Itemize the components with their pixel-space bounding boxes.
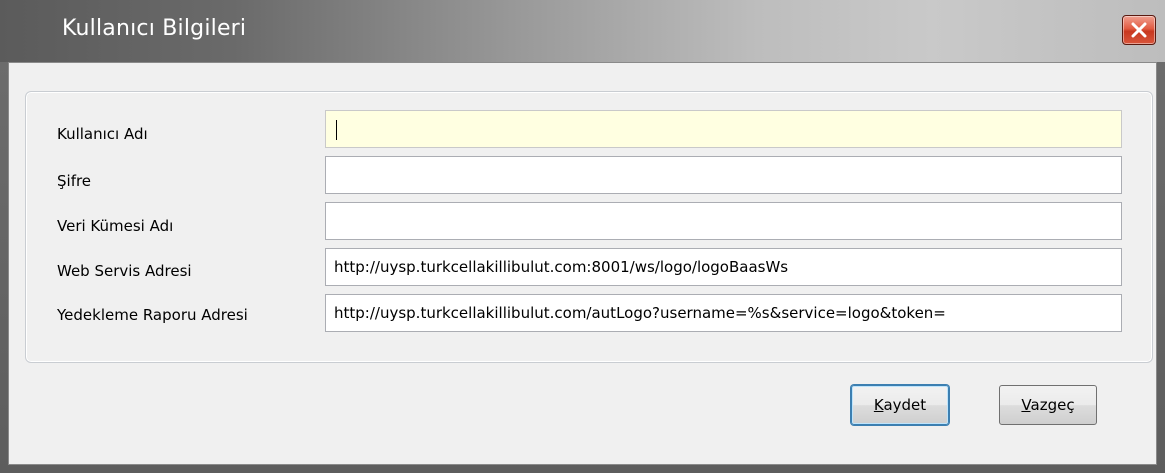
dataset-name-input[interactable] bbox=[325, 202, 1122, 240]
close-x-icon bbox=[1131, 22, 1147, 38]
web-service-address-input[interactable]: http://uysp.turkcellakillibulut.com:8001… bbox=[325, 248, 1122, 286]
password-input[interactable] bbox=[325, 156, 1122, 194]
backup-report-address-label: Yedekleme Raporu Adresi bbox=[57, 306, 248, 324]
user-info-group: Kullanıcı Adı Şifre Veri Kümesi Adı Web … bbox=[25, 91, 1153, 363]
cancel-mnemonic: V bbox=[1021, 396, 1031, 414]
save-mnemonic: K bbox=[873, 396, 884, 414]
web-service-address-label: Web Servis Adresi bbox=[57, 262, 192, 280]
web-service-address-value: http://uysp.turkcellakillibulut.com:8001… bbox=[334, 258, 789, 276]
username-label: Kullanıcı Adı bbox=[57, 125, 148, 143]
username-input[interactable] bbox=[325, 110, 1122, 148]
dataset-name-label: Veri Kümesi Adı bbox=[57, 217, 174, 235]
close-button[interactable] bbox=[1122, 15, 1156, 45]
save-button[interactable]: Kaydet bbox=[851, 385, 949, 425]
dialog-client-area: Kullanıcı Adı Şifre Veri Kümesi Adı Web … bbox=[8, 62, 1157, 465]
title-bar[interactable]: Kullanıcı Bilgileri bbox=[0, 0, 1165, 62]
cancel-button[interactable]: Vazgeç bbox=[999, 385, 1097, 425]
text-caret bbox=[336, 119, 337, 140]
backup-report-address-value: http://uysp.turkcellakillibulut.com/autL… bbox=[334, 304, 946, 322]
save-label: aydet bbox=[883, 396, 927, 414]
window-title: Kullanıcı Bilgileri bbox=[62, 16, 247, 41]
password-label: Şifre bbox=[57, 172, 92, 190]
cancel-label: azgeç bbox=[1030, 396, 1075, 414]
dialog-window: Kullanıcı Bilgileri Kullanıcı Adı Şifre … bbox=[0, 0, 1165, 473]
backup-report-address-input[interactable]: http://uysp.turkcellakillibulut.com/autL… bbox=[325, 294, 1122, 332]
